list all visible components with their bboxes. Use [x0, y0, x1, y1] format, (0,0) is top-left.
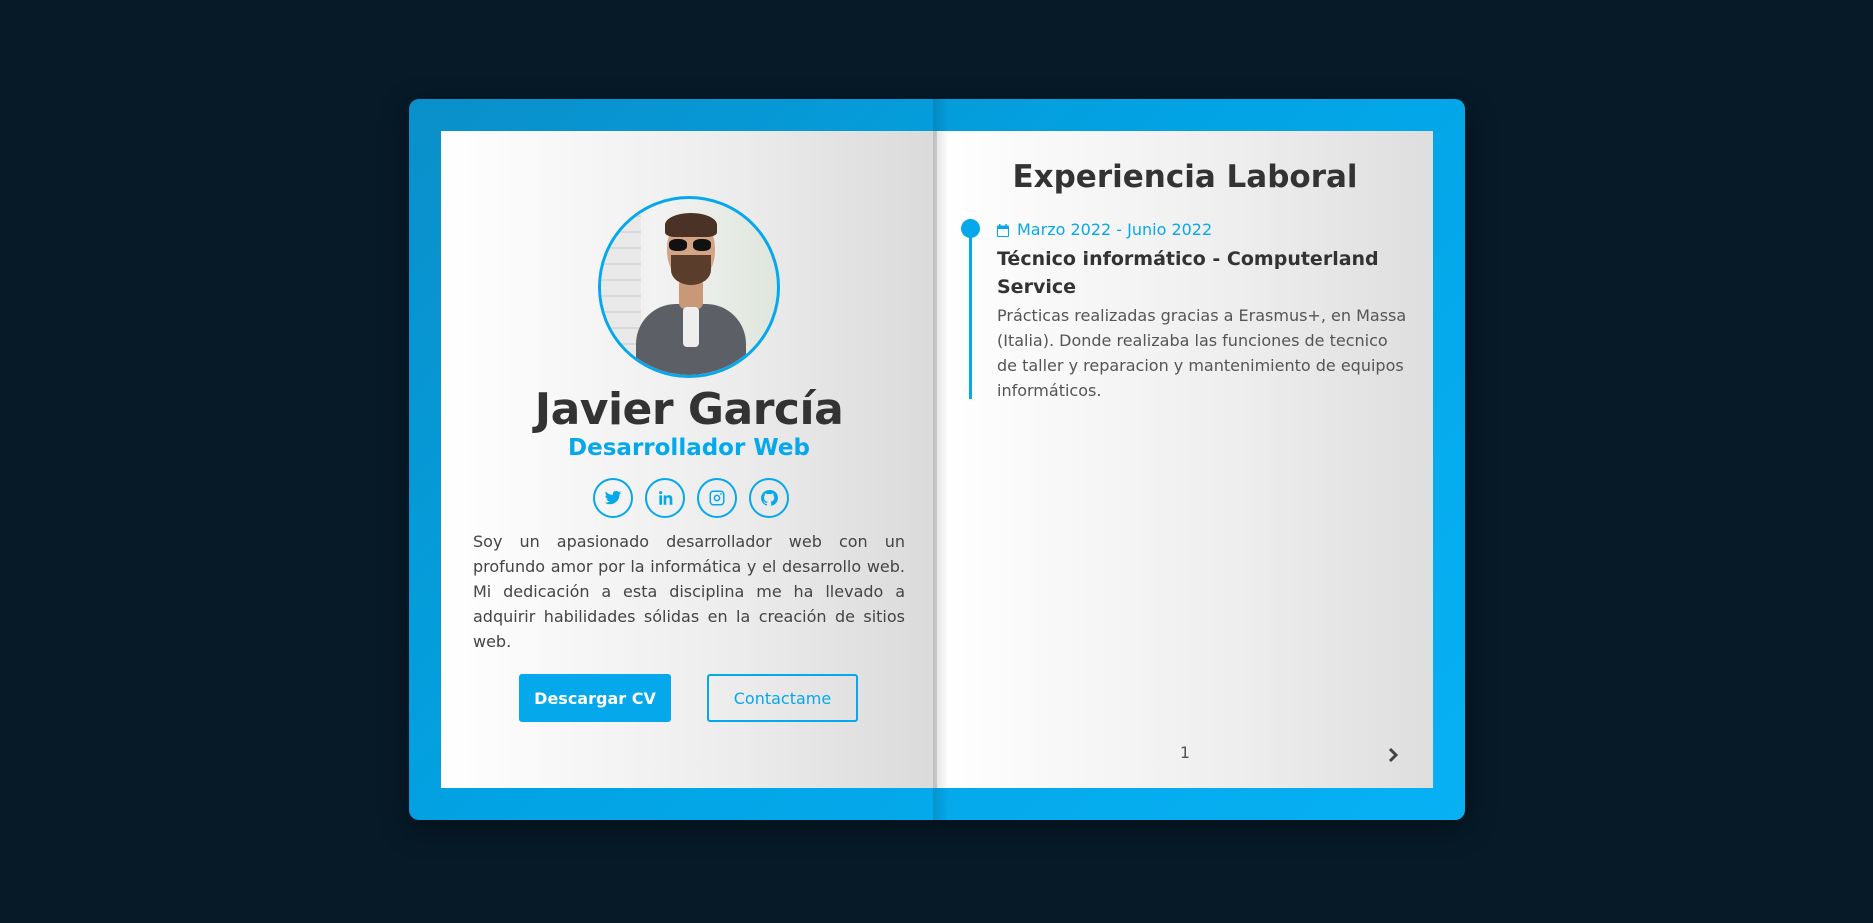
download-cv-button[interactable]: Descargar CV — [519, 674, 671, 722]
experience-date: Marzo 2022 - Junio 2022 — [997, 220, 1212, 239]
timeline-line — [969, 219, 972, 399]
page-number: 1 — [1179, 743, 1191, 762]
cv-book: Javier García Desarrollador Web Soy un a… — [409, 99, 1465, 820]
twitter-icon[interactable] — [593, 478, 633, 518]
experience-date-text: Marzo 2022 - Junio 2022 — [1017, 220, 1213, 239]
github-icon[interactable] — [749, 478, 789, 518]
instagram-icon[interactable] — [697, 478, 737, 518]
avatar — [598, 196, 780, 378]
timeline-dot — [961, 219, 980, 238]
right-page: Experiencia Laboral Marzo 2022 - Junio 2… — [937, 131, 1433, 788]
experience-description: Prácticas realizadas gracias a Erasmus+,… — [997, 306, 1407, 400]
social-links — [593, 478, 789, 518]
next-page-button[interactable] — [1383, 745, 1403, 765]
experience-title: Experiencia Laboral — [1012, 159, 1358, 195]
linkedin-icon[interactable] — [645, 478, 685, 518]
contact-button[interactable]: Contactame — [707, 674, 858, 722]
chevron-right-icon — [1388, 747, 1399, 763]
left-page: Javier García Desarrollador Web Soy un a… — [441, 131, 937, 788]
profile-role: Desarrollador Web — [568, 435, 810, 461]
experience-position: Técnico informático - Computerland Servi… — [997, 248, 1379, 298]
calendar-icon — [997, 223, 1009, 237]
profile-name: Javier García — [534, 384, 844, 435]
profile-bio: Soy un apasionado desarrollador web con … — [473, 532, 905, 651]
